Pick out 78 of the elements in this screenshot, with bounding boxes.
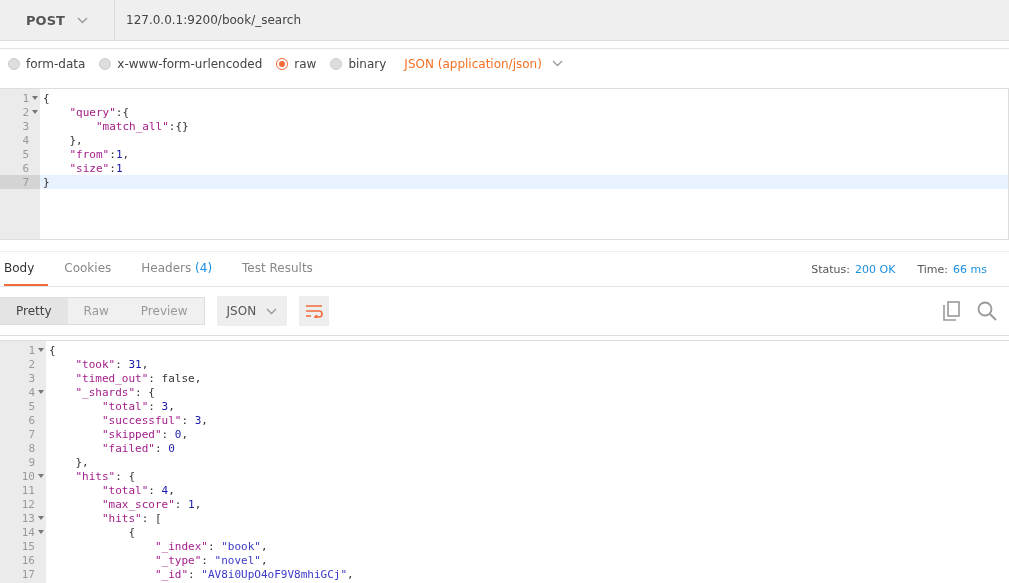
line-number: 6 [27, 413, 36, 427]
format-dropdown[interactable]: JSON [216, 296, 288, 326]
code-text: "timed_out": false, [74, 371, 202, 385]
code-text: "_id": "AV8i0UpO4oF9V8mhiGCj", [153, 567, 354, 581]
request-editor[interactable]: 1 { 2 "query":{ 3 "match_all":{} 4 }, 5 "from":1, 6 "size":1 7 } [0, 88, 1009, 240]
code-text: "took": 31, [74, 357, 149, 371]
line-number: 9 [27, 455, 36, 469]
chevron-icon [266, 307, 278, 315]
code-text: }, [68, 133, 83, 147]
code-text: "successful": 3, [101, 413, 208, 427]
time-text: Time: 66 ms [917, 262, 987, 276]
code-text: { [127, 525, 136, 539]
code-text: "total": 4, [101, 483, 175, 497]
line-number: 17 [20, 567, 36, 581]
response-tab[interactable]: Headers (4) [141, 252, 227, 286]
code-text: { [42, 91, 50, 105]
wrap-icon [305, 304, 324, 318]
line-number: 2 [27, 357, 36, 371]
code-text: "size":1 [68, 161, 123, 175]
line-number: 3 [21, 119, 30, 133]
code-text: "hits": [ [101, 511, 162, 525]
line-number: 8 [27, 441, 36, 455]
line-number: 13 [0, 511, 46, 525]
line-number: 14 [0, 525, 46, 539]
view-mode-tab[interactable]: Pretty [0, 298, 68, 324]
body-type-radio[interactable]: binary [330, 56, 387, 71]
line-number: 5 [27, 399, 36, 413]
line-number: 7 [27, 427, 36, 441]
url-field[interactable]: 127.0.0.1:9200/book/_search [115, 0, 1009, 40]
fold-icon[interactable] [38, 390, 44, 394]
code-text: "max_score": 1, [101, 497, 202, 511]
fold-icon[interactable] [38, 474, 44, 478]
response-tab[interactable]: Cookies [64, 252, 126, 286]
fold-icon[interactable] [38, 348, 44, 352]
code-text: }, [74, 455, 89, 469]
line-number: 1 [0, 343, 46, 357]
line-number: 10 [0, 469, 46, 483]
line-number: 3 [27, 371, 36, 385]
search-button[interactable] [975, 301, 999, 321]
body-type-radio[interactable]: x-www-form-urlencoded [99, 56, 263, 71]
copy-button[interactable] [941, 301, 963, 321]
body-type-radio[interactable]: raw [276, 56, 317, 71]
search-icon [977, 301, 997, 321]
chevron-icon [551, 60, 563, 67]
line-number: 4 [0, 385, 46, 399]
fold-icon[interactable] [38, 516, 44, 520]
line-number: 7 [0, 175, 40, 189]
fold-icon[interactable] [38, 530, 44, 534]
code-text: "total": 3, [101, 399, 175, 413]
line-number: 1 [0, 91, 40, 105]
status-text: Status: 200 OK [811, 262, 896, 276]
code-text: "hits": { [74, 469, 136, 483]
code-text: "failed": 0 [101, 441, 175, 455]
code-text: "skipped": 0, [101, 427, 189, 441]
response-tab[interactable]: Body [4, 252, 49, 286]
line-number: 2 [0, 105, 40, 119]
line-number: 4 [21, 133, 30, 147]
line-number: 11 [20, 483, 36, 497]
line-number: 5 [21, 147, 30, 161]
code-text: "_type": "novel", [153, 553, 268, 567]
code-text: "_shards": { [74, 385, 155, 399]
copy-icon [943, 301, 961, 321]
code-text: "from":1, [68, 147, 130, 161]
code-text: "_index": "book", [153, 539, 268, 553]
chevron-icon [76, 16, 88, 24]
fold-icon[interactable] [32, 96, 38, 100]
line-number: 15 [20, 539, 36, 553]
line-number: 6 [21, 161, 30, 175]
wrap-lines-button[interactable] [299, 296, 330, 326]
code-text: } [42, 175, 50, 189]
body-type-radio[interactable]: form-data [8, 56, 86, 71]
code-text: "query":{ [68, 105, 130, 119]
line-number: 12 [20, 497, 36, 511]
response-tab[interactable]: Test Results [242, 252, 327, 286]
fold-icon[interactable] [32, 110, 38, 114]
line-number: 16 [20, 553, 36, 567]
code-text: { [48, 343, 56, 357]
code-text: "match_all":{} [95, 119, 189, 133]
